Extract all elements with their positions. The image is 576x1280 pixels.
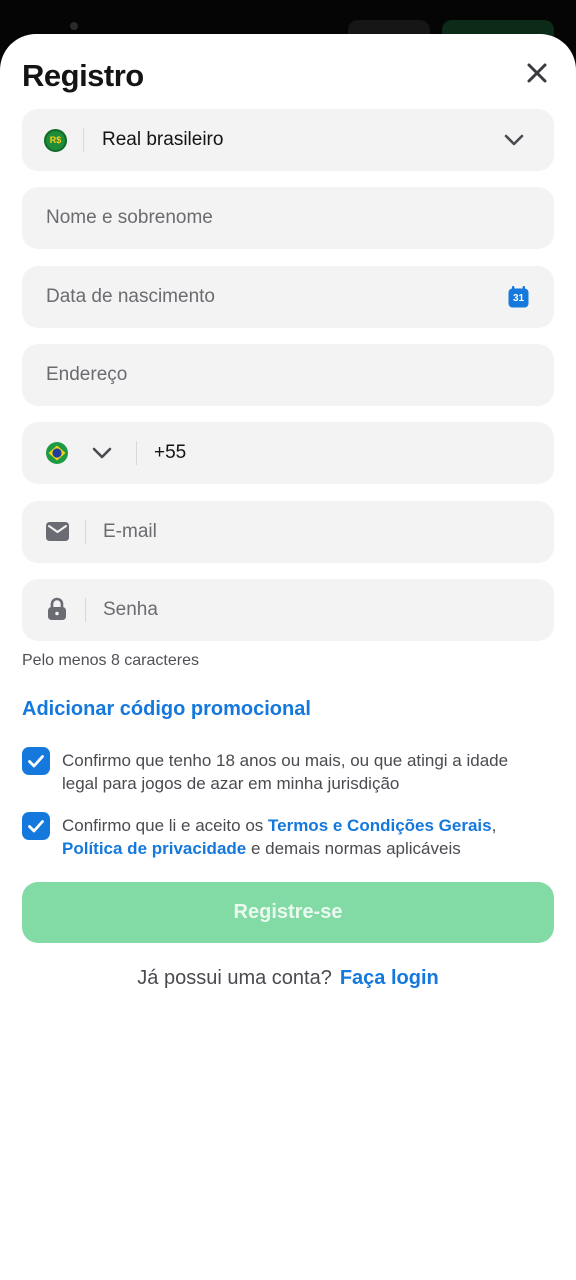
lock-icon <box>47 597 67 626</box>
email-field[interactable]: E-mail <box>22 501 554 563</box>
divider <box>136 441 137 465</box>
close-icon[interactable] <box>520 56 554 90</box>
password-placeholder: Senha <box>103 599 158 620</box>
terms-consent-suffix: e demais normas aplicáveis <box>246 839 461 858</box>
login-question: Já possui uma conta? <box>137 967 332 989</box>
email-placeholder: E-mail <box>103 521 157 542</box>
divider <box>85 520 86 544</box>
currency-badge-label: R$ <box>49 135 62 145</box>
calendar-day: 31 <box>512 293 525 304</box>
currency-value: Real brasileiro <box>102 129 224 150</box>
age-consent-text: Confirmo que tenho 18 anos ou mais, ou q… <box>62 751 509 793</box>
address-field[interactable]: Endereço <box>22 344 554 406</box>
add-promo-code-link[interactable]: Adicionar código promocional <box>22 698 311 721</box>
background-decoration <box>70 22 78 30</box>
address-placeholder: Endereço <box>46 364 128 385</box>
dial-code: +55 <box>154 442 187 463</box>
name-field[interactable]: Nome e sobrenome <box>22 187 554 249</box>
currency-select[interactable]: R$ Real brasileiro <box>22 109 554 171</box>
chevron-down-icon <box>502 129 526 156</box>
terms-consent-checkbox[interactable] <box>22 812 50 840</box>
privacy-policy-link[interactable]: Política de privacidade <box>62 839 246 858</box>
envelope-icon <box>46 522 69 546</box>
chevron-down-icon[interactable] <box>90 442 114 469</box>
terms-consent-text: Confirmo que li e aceito os Termos e Con… <box>62 814 542 860</box>
password-hint: Pelo menos 8 caracteres <box>22 652 199 669</box>
phone-field[interactable]: +55 <box>22 422 554 484</box>
name-placeholder: Nome e sobrenome <box>46 207 213 228</box>
login-prompt: Já possui uma conta? Faça login <box>0 967 576 990</box>
terms-comma: , <box>491 816 497 835</box>
checkmark-icon <box>28 755 44 768</box>
age-consent-checkbox[interactable] <box>22 747 50 775</box>
calendar-icon[interactable]: 31 <box>508 286 529 308</box>
currency-badge-icon: R$ <box>44 129 67 152</box>
terms-link[interactable]: Termos e Condições Gerais <box>268 816 492 835</box>
divider <box>83 128 84 152</box>
password-field[interactable]: Senha <box>22 579 554 641</box>
register-button[interactable]: Registre-se <box>22 882 554 943</box>
page-title: Registro <box>22 58 144 93</box>
terms-consent-prefix: Confirmo que li e aceito os <box>62 816 268 835</box>
brazil-flag-icon[interactable] <box>46 442 68 469</box>
checkmark-icon <box>28 820 44 833</box>
birthdate-placeholder: Data de nascimento <box>46 286 215 307</box>
birthdate-field[interactable]: Data de nascimento 31 <box>22 266 554 328</box>
divider <box>85 598 86 622</box>
login-link[interactable]: Faça login <box>340 967 439 989</box>
